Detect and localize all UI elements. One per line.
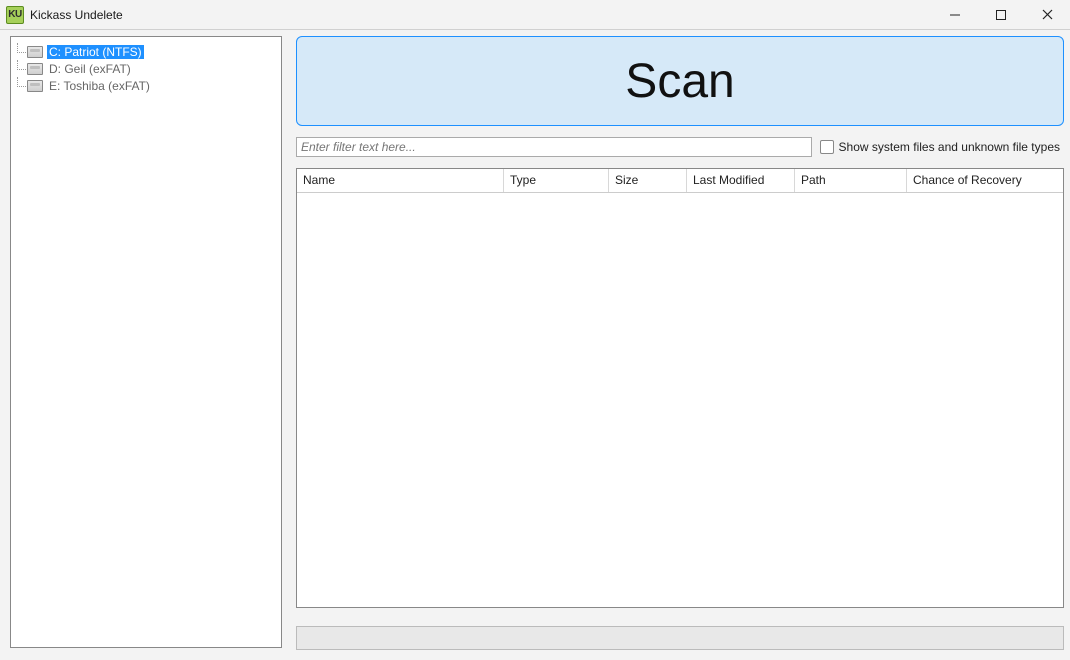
app-icon: KU: [6, 6, 24, 24]
results-table: Name Type Size Last Modified Path Chance…: [296, 168, 1064, 608]
filter-row: Show system files and unknown file types: [296, 136, 1064, 158]
window-controls: [932, 0, 1070, 29]
filter-input[interactable]: [296, 137, 812, 157]
column-header-chance[interactable]: Chance of Recovery: [907, 169, 1063, 192]
status-bar: [296, 626, 1064, 650]
scan-button[interactable]: Scan: [296, 36, 1064, 126]
main-panel: Scan Show system files and unknown file …: [296, 36, 1064, 660]
column-header-type[interactable]: Type: [504, 169, 609, 192]
drive-tree: C: Patriot (NTFS) D: Geil (exFAT) E: Tos…: [10, 36, 282, 648]
title-bar: KU Kickass Undelete: [0, 0, 1070, 30]
drive-label: C: Patriot (NTFS): [47, 45, 144, 59]
minimize-button[interactable]: [932, 0, 978, 29]
checkbox-icon: [820, 140, 834, 154]
drive-icon: [27, 80, 43, 92]
maximize-icon: [996, 10, 1006, 20]
show-system-label: Show system files and unknown file types: [839, 140, 1060, 154]
results-body[interactable]: [297, 193, 1063, 607]
minimize-icon: [950, 10, 960, 20]
show-system-checkbox[interactable]: Show system files and unknown file types: [820, 140, 1064, 154]
column-headers: Name Type Size Last Modified Path Chance…: [297, 169, 1063, 193]
close-icon: [1042, 9, 1053, 20]
maximize-button[interactable]: [978, 0, 1024, 29]
drive-item-e[interactable]: E: Toshiba (exFAT): [13, 77, 279, 94]
drive-item-d[interactable]: D: Geil (exFAT): [13, 60, 279, 77]
column-header-size[interactable]: Size: [609, 169, 687, 192]
close-button[interactable]: [1024, 0, 1070, 29]
window-title: Kickass Undelete: [30, 8, 123, 22]
drive-item-c[interactable]: C: Patriot (NTFS): [13, 43, 279, 60]
app-body: C: Patriot (NTFS) D: Geil (exFAT) E: Tos…: [0, 30, 1070, 660]
scan-button-label: Scan: [625, 54, 734, 109]
column-header-path[interactable]: Path: [795, 169, 907, 192]
column-header-last-modified[interactable]: Last Modified: [687, 169, 795, 192]
drive-icon: [27, 46, 43, 58]
column-header-name[interactable]: Name: [297, 169, 504, 192]
drive-icon: [27, 63, 43, 75]
drive-label: D: Geil (exFAT): [47, 62, 133, 76]
drive-label: E: Toshiba (exFAT): [47, 79, 152, 93]
